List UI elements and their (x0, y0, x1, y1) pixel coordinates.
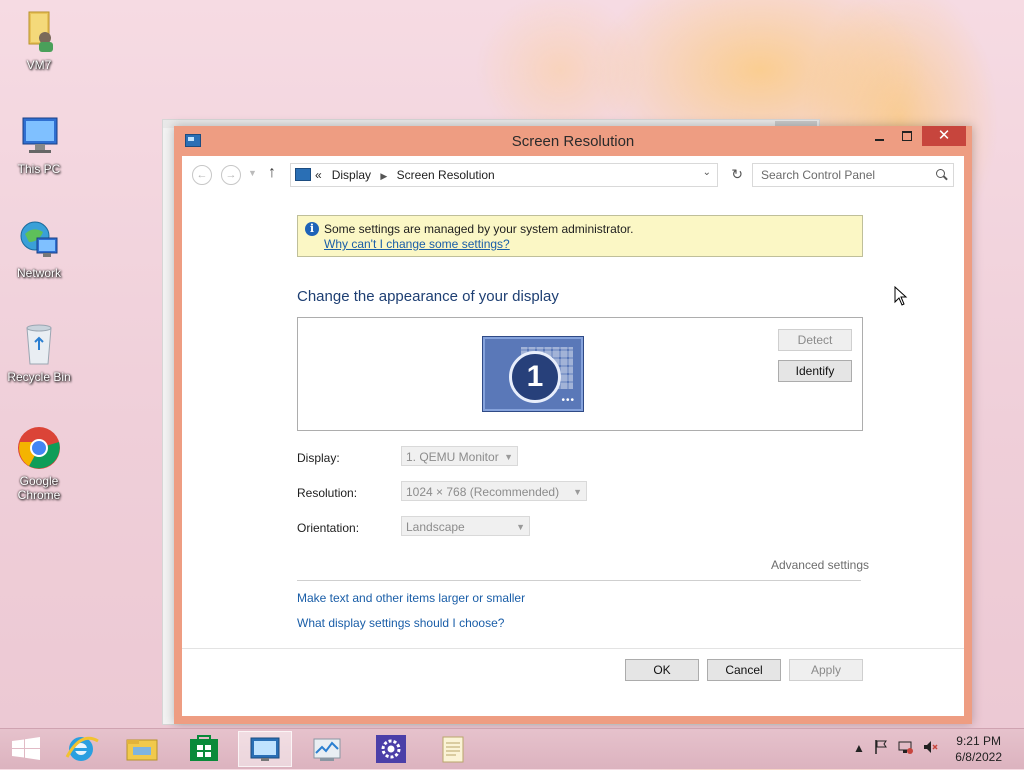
display-label: Display: (297, 451, 340, 465)
settings-icon (376, 735, 406, 763)
desktop-icon-network[interactable]: Network (4, 216, 74, 280)
why-cant-change-link[interactable]: Why can't I change some settings? (324, 237, 510, 251)
desktop-icon-this-pc[interactable]: This PC (4, 112, 74, 176)
taskbar-internet-explorer[interactable] (54, 731, 108, 767)
close-button[interactable]: ✕ (922, 126, 966, 146)
breadcrumb: « Display ▶ Screen Resolution (315, 168, 495, 182)
chevron-down-icon[interactable]: ⌄ (703, 167, 711, 178)
display-settings-help-link[interactable]: What display settings should I choose? (297, 616, 504, 630)
identify-button[interactable]: Identify (778, 360, 852, 382)
desktop-icon-google-chrome[interactable]: Google Chrome (4, 424, 74, 502)
display-select[interactable]: 1. QEMU Monitor ▼ (401, 446, 518, 466)
search-input[interactable]: Search Control Panel (761, 168, 875, 182)
display-select-value: 1. QEMU Monitor (406, 450, 499, 464)
page-heading: Change the appearance of your display (297, 288, 559, 305)
forward-button[interactable]: → (221, 165, 241, 185)
desktop-icon-recycle-bin[interactable]: Recycle Bin (4, 320, 74, 384)
start-icon (12, 737, 40, 760)
orientation-label: Orientation: (297, 521, 360, 535)
internet-explorer-icon (65, 736, 99, 761)
monitor-dots-icon: ••• (561, 395, 575, 406)
display-control-panel-icon (295, 168, 311, 181)
system-clock[interactable]: 9:21 PM 6/8/2022 (955, 733, 1002, 765)
recent-locations-dropdown[interactable]: ▼ (248, 168, 257, 178)
resolution-select-value: 1024 × 768 (Recommended) (406, 485, 560, 499)
desktop-icon-label: This PC (17, 162, 61, 176)
start-button[interactable] (0, 731, 54, 767)
taskbar-store[interactable] (177, 731, 231, 767)
address-bar[interactable]: « Display ▶ Screen Resolution ⌄ ↻ (290, 163, 743, 187)
desktop-icon-vm7[interactable]: VM7 (4, 8, 74, 72)
cancel-button[interactable]: Cancel (707, 659, 781, 681)
divider (297, 580, 861, 581)
user-folder-icon (15, 8, 63, 56)
taskbar-performance-monitor[interactable] (300, 731, 354, 767)
window-title: Screen Resolution (511, 133, 635, 150)
network-status-icon[interactable] (898, 739, 914, 758)
apply-button[interactable]: Apply (789, 659, 863, 681)
breadcrumb-root[interactable]: « (315, 168, 322, 182)
advanced-settings-link[interactable]: Advanced settings (771, 558, 869, 572)
screen-resolution-icon (250, 737, 280, 761)
info-message: Some settings are managed by your system… (324, 222, 634, 236)
chevron-right-icon[interactable]: ▶ (380, 171, 387, 181)
desktop-icon-label: Network (16, 266, 61, 280)
back-arrow-icon: ← (196, 169, 208, 181)
screen-resolution-window: Screen Resolution ✕ ← → ▼ ↑ « Display ▶ … (174, 126, 972, 724)
monitor-preview-panel: 1 ••• Detect Identify (297, 317, 863, 431)
recycle-bin-icon (15, 320, 63, 368)
volume-muted-icon[interactable] (922, 739, 938, 758)
make-text-larger-link[interactable]: Make text and other items larger or smal… (297, 591, 525, 605)
taskbar: ▲ 9:21 PM 6/8/2022 (0, 728, 1024, 769)
action-center-flag-icon[interactable] (874, 739, 888, 758)
window-content: ← → ▼ ↑ « Display ▶ Screen Resolution ⌄ … (182, 156, 964, 716)
up-arrow-icon: ↑ (268, 164, 276, 181)
detect-button[interactable]: Detect (778, 329, 852, 351)
desktop-icon-label: Google Chrome (17, 474, 61, 502)
chevron-down-icon: ▼ (573, 487, 582, 497)
resolution-select[interactable]: 1024 × 768 (Recommended) ▼ (401, 481, 587, 501)
taskbar-screen-resolution[interactable] (238, 731, 292, 767)
search-box[interactable]: Search Control Panel (752, 163, 954, 187)
chevron-down-icon: ▼ (504, 452, 513, 462)
taskbar-settings[interactable] (364, 731, 418, 767)
monitor-number: 1 (509, 351, 561, 403)
taskbar-notepad[interactable] (426, 731, 480, 767)
performance-icon (313, 738, 341, 761)
minimize-button[interactable] (866, 126, 894, 146)
close-icon: ✕ (937, 127, 951, 144)
notepad-icon (442, 736, 464, 763)
clock-date: 6/8/2022 (955, 750, 1002, 764)
mouse-cursor-icon (894, 285, 908, 309)
orientation-select[interactable]: Landscape ▼ (401, 516, 530, 536)
info-icon: i (305, 222, 319, 236)
search-icon[interactable] (936, 169, 945, 178)
resolution-label: Resolution: (297, 486, 358, 500)
maximize-button[interactable] (894, 126, 922, 146)
breadcrumb-screen-resolution[interactable]: Screen Resolution (397, 168, 495, 182)
title-bar[interactable]: Screen Resolution ✕ (174, 126, 972, 156)
up-button[interactable]: ↑ (268, 164, 276, 182)
desktop-icon-label: Recycle Bin (7, 370, 71, 384)
orientation-select-value: Landscape (406, 520, 465, 534)
footer-divider (182, 648, 964, 649)
monitor-1-tile[interactable]: 1 ••• (482, 336, 584, 412)
network-icon (15, 216, 63, 264)
refresh-icon[interactable]: ↻ (731, 166, 743, 183)
admin-info-bar: i Some settings are managed by your syst… (297, 215, 863, 257)
breadcrumb-display[interactable]: Display (332, 168, 371, 182)
navigation-bar: ← → ▼ ↑ « Display ▶ Screen Resolution ⌄ … (182, 156, 964, 194)
computer-icon (15, 112, 63, 160)
ok-button[interactable]: OK (625, 659, 699, 681)
forward-arrow-icon: → (225, 169, 237, 181)
back-button[interactable]: ← (192, 165, 212, 185)
file-explorer-icon (126, 739, 158, 761)
clock-time: 9:21 PM (956, 734, 1001, 748)
store-icon (190, 735, 218, 761)
chrome-icon (15, 424, 63, 472)
desktop-icon-label: VM7 (26, 58, 52, 72)
show-hidden-icons-icon[interactable]: ▲ (853, 741, 865, 755)
taskbar-file-explorer[interactable] (115, 731, 169, 767)
chevron-down-icon: ▼ (516, 522, 525, 532)
